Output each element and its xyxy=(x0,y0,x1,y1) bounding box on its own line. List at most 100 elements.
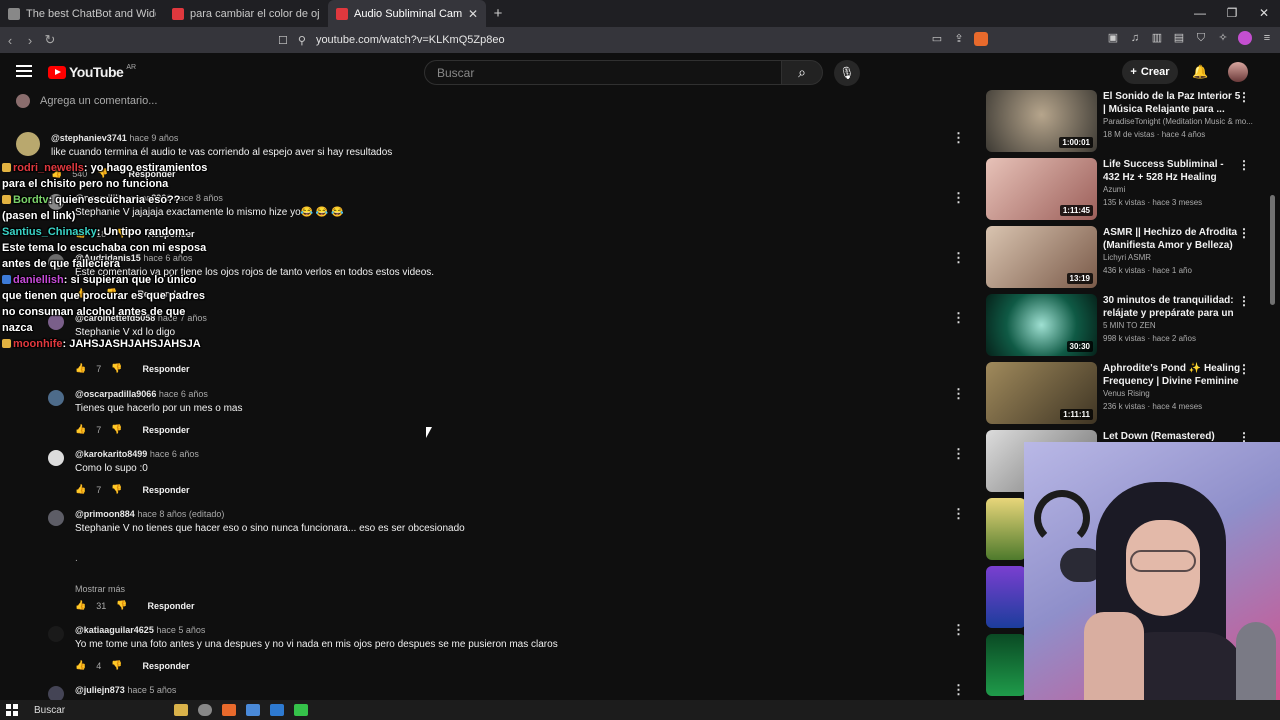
scrollbar-thumb[interactable] xyxy=(1270,195,1275,305)
vpn-icon[interactable]: ⛉ xyxy=(1194,31,1208,45)
video-title[interactable]: 30 minutos de tranquilidad: relájate y p… xyxy=(1103,294,1243,320)
video-channel[interactable]: 5 MIN TO ZEN xyxy=(1103,321,1253,330)
avatar[interactable] xyxy=(48,686,64,700)
split-view-icon[interactable]: ▥ xyxy=(1150,31,1164,45)
site-info-icon[interactable]: ⚲ xyxy=(298,34,306,47)
more-options-icon[interactable]: ⋮ xyxy=(952,446,965,462)
more-options-icon[interactable]: ⋮ xyxy=(952,386,965,402)
video-channel[interactable]: ParadiseTonight (Meditation Music & mo..… xyxy=(1103,117,1253,126)
back-icon[interactable]: ‹ xyxy=(0,33,20,48)
voice-search-icon[interactable]: 🎙 xyxy=(834,60,860,86)
comment-author[interactable]: @primoon884 xyxy=(75,509,135,519)
search-button[interactable]: ⌕ xyxy=(781,60,823,85)
comment-time[interactable]: hace 9 años xyxy=(129,133,178,143)
close-window-icon[interactable]: ✕ xyxy=(1248,0,1280,27)
profile-icon[interactable] xyxy=(1238,31,1252,45)
video-card[interactable]: 30:30 30 minutos de tranquilidad: relája… xyxy=(986,294,1266,358)
add-comment-row[interactable]: Agrega un comentario... xyxy=(16,94,157,108)
like-icon[interactable]: 👍 xyxy=(75,484,86,495)
reply-button[interactable]: Responder xyxy=(142,485,189,495)
menu-icon[interactable]: ≡ xyxy=(1260,31,1274,45)
more-options-icon[interactable]: ⋮ xyxy=(1238,294,1250,308)
video-card[interactable]: 1:00:01 El Sonido de la Paz Interior 5 |… xyxy=(986,90,1266,154)
dislike-icon[interactable]: 👎 xyxy=(111,660,122,671)
reply-button[interactable]: Responder xyxy=(147,601,194,611)
video-thumbnail[interactable]: 1:11:11 xyxy=(986,362,1097,424)
avatar[interactable] xyxy=(48,626,64,642)
menu-icon[interactable] xyxy=(16,65,32,77)
dislike-icon[interactable]: 👎 xyxy=(111,363,122,374)
video-channel[interactable]: Venus Rising xyxy=(1103,389,1253,398)
avatar[interactable] xyxy=(16,132,40,156)
browser-tab-2[interactable]: para cambiar el color de ojos sublim xyxy=(164,0,328,27)
video-thumbnail[interactable] xyxy=(986,634,1026,696)
more-options-icon[interactable]: ⋮ xyxy=(952,310,965,326)
dislike-icon[interactable]: 👎 xyxy=(116,600,127,611)
app-icon[interactable] xyxy=(246,704,260,716)
minimize-icon[interactable]: — xyxy=(1184,0,1216,27)
url-text[interactable]: youtube.com/watch?v=KLKmQ5Zp8eo xyxy=(316,34,505,46)
show-more-link[interactable]: Mostrar más xyxy=(75,584,125,594)
dislike-icon[interactable]: 👎 xyxy=(111,484,122,495)
dislike-icon[interactable]: 👎 xyxy=(111,424,122,435)
share-icon[interactable]: ⇪ xyxy=(952,32,966,46)
reply-button[interactable]: Responder xyxy=(142,364,189,374)
video-thumbnail[interactable]: 1:00:01 xyxy=(986,90,1097,152)
create-button[interactable]: + Crear xyxy=(1122,60,1178,84)
youtube-logo[interactable]: YouTube AR xyxy=(48,64,136,80)
video-thumbnail[interactable] xyxy=(986,566,1026,628)
video-card[interactable]: 1:11:45 Life Success Subliminal - 432 Hz… xyxy=(986,158,1266,222)
comment-time[interactable]: hace 5 años xyxy=(156,625,205,635)
browser-tab-1[interactable]: The best ChatBot and Widgets for Ki xyxy=(0,0,164,27)
video-title[interactable]: ASMR || Hechizo de Afrodita (Manifiesta … xyxy=(1103,226,1243,252)
steam-icon[interactable] xyxy=(270,704,284,716)
music-icon[interactable]: ♫ xyxy=(1128,31,1142,45)
like-icon[interactable]: 👍 xyxy=(75,600,86,611)
more-options-icon[interactable]: ⋮ xyxy=(952,190,965,206)
comment-time[interactable]: hace 5 años xyxy=(127,685,176,695)
video-card[interactable]: 13:19 ASMR || Hechizo de Afrodita (Manif… xyxy=(986,226,1266,290)
comment-author[interactable]: @juliejn873 xyxy=(75,685,125,695)
more-options-icon[interactable]: ⋮ xyxy=(1238,90,1250,104)
comment-time[interactable]: hace 8 años (editado) xyxy=(137,509,224,519)
sidebar-icon[interactable]: ▣ xyxy=(1106,31,1120,45)
bookmark-icon[interactable]: ☐ xyxy=(278,34,288,47)
forward-icon[interactable]: › xyxy=(20,33,40,48)
brave-shield-icon[interactable] xyxy=(974,32,988,46)
new-tab-icon[interactable]: + xyxy=(486,5,510,22)
avatar[interactable] xyxy=(48,510,64,526)
wallet-icon[interactable]: ▤ xyxy=(1172,31,1186,45)
add-comment-input[interactable]: Agrega un comentario... xyxy=(40,95,157,107)
more-options-icon[interactable]: ⋮ xyxy=(952,622,965,638)
avatar[interactable] xyxy=(48,450,64,466)
video-thumbnail[interactable]: 1:11:45 xyxy=(986,158,1097,220)
video-card[interactable]: 1:11:11 Aphrodite's Pond ✨ Healing Frequ… xyxy=(986,362,1266,426)
more-options-icon[interactable]: ⋮ xyxy=(952,130,965,146)
more-options-icon[interactable]: ⋮ xyxy=(1238,362,1250,376)
account-avatar[interactable] xyxy=(1228,62,1248,82)
more-options-icon[interactable]: ⋮ xyxy=(1238,158,1250,172)
notifications-icon[interactable]: 🔔 xyxy=(1192,64,1208,80)
like-icon[interactable]: 👍 xyxy=(75,660,86,671)
video-thumbnail[interactable]: 13:19 xyxy=(986,226,1097,288)
browser-tab-active[interactable]: Audio Subliminal Cambiar Color ✕ xyxy=(328,0,486,27)
more-options-icon[interactable]: ⋮ xyxy=(952,250,965,266)
address-field[interactable]: ☐ ⚲ youtube.com/watch?v=KLKmQ5Zp8eo xyxy=(278,29,998,51)
leo-icon[interactable]: ✧ xyxy=(1216,31,1230,45)
comment-author[interactable]: @oscarpadilla9066 xyxy=(75,389,156,399)
restore-icon[interactable]: ❐ xyxy=(1216,0,1248,27)
reply-button[interactable]: Responder xyxy=(142,425,189,435)
video-title[interactable]: Aphrodite's Pond ✨ Healing Frequency | D… xyxy=(1103,362,1243,388)
video-title[interactable]: Life Success Subliminal - 432 Hz + 528 H… xyxy=(1103,158,1243,184)
avatar[interactable] xyxy=(48,390,64,406)
cast-icon[interactable]: ▭ xyxy=(930,32,944,46)
more-options-icon[interactable]: ⋮ xyxy=(952,506,965,522)
comment-time[interactable]: hace 6 años xyxy=(150,449,199,459)
taskbar-search[interactable]: Buscar xyxy=(34,705,164,716)
like-icon[interactable]: 👍 xyxy=(75,424,86,435)
comment-author[interactable]: @karokarito8499 xyxy=(75,449,147,459)
video-channel[interactable]: Lichyri ASMR xyxy=(1103,253,1253,262)
video-channel[interactable]: Azumi xyxy=(1103,185,1253,194)
windows-start-icon[interactable] xyxy=(6,704,18,716)
reload-icon[interactable]: ↻ xyxy=(40,32,60,48)
